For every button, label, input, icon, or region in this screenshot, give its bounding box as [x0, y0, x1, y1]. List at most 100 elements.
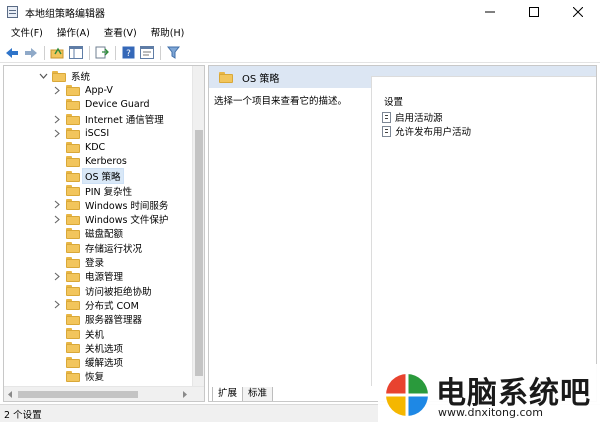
chevron-right-icon[interactable]	[52, 128, 62, 138]
menu-bar: 文件(F) 操作(A) 查看(V) 帮助(H)	[0, 24, 600, 43]
tree-item[interactable]: Device Guard	[52, 98, 149, 112]
folder-icon	[66, 313, 80, 325]
tree-item[interactable]: OS 策略	[52, 168, 124, 185]
tree-item[interactable]: Internet 通信管理	[52, 112, 164, 126]
folder-icon	[66, 370, 80, 382]
maximize-button[interactable]	[512, 0, 556, 24]
folder-icon	[66, 113, 80, 125]
tree-item[interactable]: App-V	[52, 83, 113, 97]
tree-item-label: Windows 时间服务	[85, 200, 169, 212]
tree-item[interactable]: 磁盘配额	[52, 226, 123, 240]
tree-item-label: 登录	[85, 258, 105, 270]
folder-icon	[66, 84, 80, 96]
tree-item[interactable]: iSCSI	[52, 126, 109, 140]
help-button[interactable]: ?	[120, 45, 136, 61]
folder-icon	[66, 142, 80, 154]
minimize-icon	[485, 11, 495, 13]
menu-file[interactable]: 文件(F)	[4, 24, 50, 43]
tree-item-label: 访问被拒绝协助	[85, 286, 152, 298]
tree-item[interactable]: Windows 文件保护	[52, 212, 168, 226]
folder-icon	[66, 156, 80, 168]
tree-item[interactable]: 关机	[52, 326, 104, 341]
menu-help[interactable]: 帮助(H)	[144, 24, 192, 43]
help-icon: ?	[122, 46, 134, 59]
tree-item[interactable]: 访问被拒绝协助	[52, 284, 152, 298]
tree-horizontal-scrollbar[interactable]	[4, 386, 204, 401]
setting-label: 启用活动源	[395, 113, 443, 124]
properties-button[interactable]	[139, 45, 155, 61]
tree-item[interactable]: 关机选项	[52, 341, 123, 355]
tree-item-label: OS 策略	[82, 168, 124, 185]
description-text: 选择一个项目来查看它的描述。	[214, 96, 348, 107]
tree-item[interactable]: Windows 时间服务	[52, 198, 168, 212]
window-title: 本地组策略编辑器	[25, 8, 105, 20]
close-button[interactable]	[556, 0, 600, 24]
tree-item-label: KDC	[85, 142, 106, 154]
forward-button[interactable]	[23, 45, 39, 61]
tree-item-label: 电源管理	[85, 272, 124, 284]
chevron-right-icon[interactable]	[52, 85, 62, 95]
up-folder-button[interactable]	[49, 45, 65, 61]
policy-setting-icon	[382, 125, 391, 137]
watermark-url: www.dnxitong.com	[438, 406, 543, 419]
menu-action[interactable]: 操作(A)	[50, 24, 97, 43]
chevron-down-icon[interactable]	[38, 71, 48, 81]
title-bar: 本地组策略编辑器	[0, 0, 600, 24]
setting-item[interactable]: 允许发布用户活动	[382, 124, 471, 138]
tree-item[interactable]: Kerberos	[52, 155, 127, 169]
filter-button[interactable]	[165, 45, 181, 61]
minimize-button[interactable]	[468, 0, 512, 24]
menu-view[interactable]: 查看(V)	[97, 24, 144, 43]
filter-icon	[166, 46, 180, 59]
tree-item[interactable]: 缓解选项	[52, 355, 123, 369]
show-hide-tree-icon	[69, 46, 83, 59]
tree-item[interactable]: 电源管理	[52, 269, 123, 283]
tree-item[interactable]: 系统	[38, 69, 90, 83]
folder-icon	[66, 213, 80, 225]
chevron-right-icon[interactable]	[52, 271, 62, 281]
tab-standard[interactable]: 标准	[242, 387, 274, 401]
chevron-right-icon[interactable]	[52, 114, 62, 124]
setting-item[interactable]: 启用活动源	[382, 110, 443, 124]
scroll-right-icon[interactable]	[182, 391, 188, 398]
tree-item[interactable]: 分布式 COM	[52, 298, 139, 312]
settings-column-header[interactable]: 设置	[384, 94, 403, 108]
tree-item[interactable]: 登录	[52, 255, 104, 269]
back-button[interactable]	[4, 45, 20, 61]
show-hide-tree-button[interactable]	[68, 45, 84, 61]
folder-icon	[66, 127, 80, 139]
tree-item[interactable]: 存储运行状况	[52, 241, 142, 255]
export-list-button[interactable]	[94, 45, 110, 61]
chevron-right-icon[interactable]	[52, 214, 62, 224]
toolbar-separator	[115, 45, 116, 60]
tree-hscroll-thumb[interactable]	[18, 391, 138, 398]
tree-item[interactable]: PIN 复杂性	[52, 183, 132, 198]
toolbar: ?	[0, 43, 600, 63]
group-policy-app-icon	[6, 5, 20, 19]
tree-item-label: App-V	[85, 84, 113, 96]
tree-pane[interactable]: 系统 App-V Device Guard Internet 通信管理 iSCSI KDC…	[3, 65, 205, 402]
scroll-left-icon[interactable]	[7, 391, 13, 398]
tab-extended[interactable]: 扩展	[212, 387, 244, 401]
tree-item[interactable]: 服务器管理器	[52, 312, 142, 326]
folder-icon	[66, 356, 80, 368]
tree-scroll-thumb[interactable]	[195, 130, 203, 376]
tree-item[interactable]: 恢复	[52, 369, 104, 383]
folder-icon	[66, 185, 80, 197]
chevron-right-icon[interactable]	[52, 300, 62, 310]
folder-icon	[66, 256, 80, 268]
chevron-right-icon[interactable]	[52, 200, 62, 210]
tree-item[interactable]: KDC	[52, 141, 105, 155]
tree-item-label: 系统	[71, 72, 91, 84]
toolbar-separator	[160, 45, 161, 60]
folder-icon	[66, 270, 80, 282]
tree-item-label: Internet 通信管理	[85, 115, 164, 127]
tree-vertical-scrollbar[interactable]	[192, 66, 204, 386]
